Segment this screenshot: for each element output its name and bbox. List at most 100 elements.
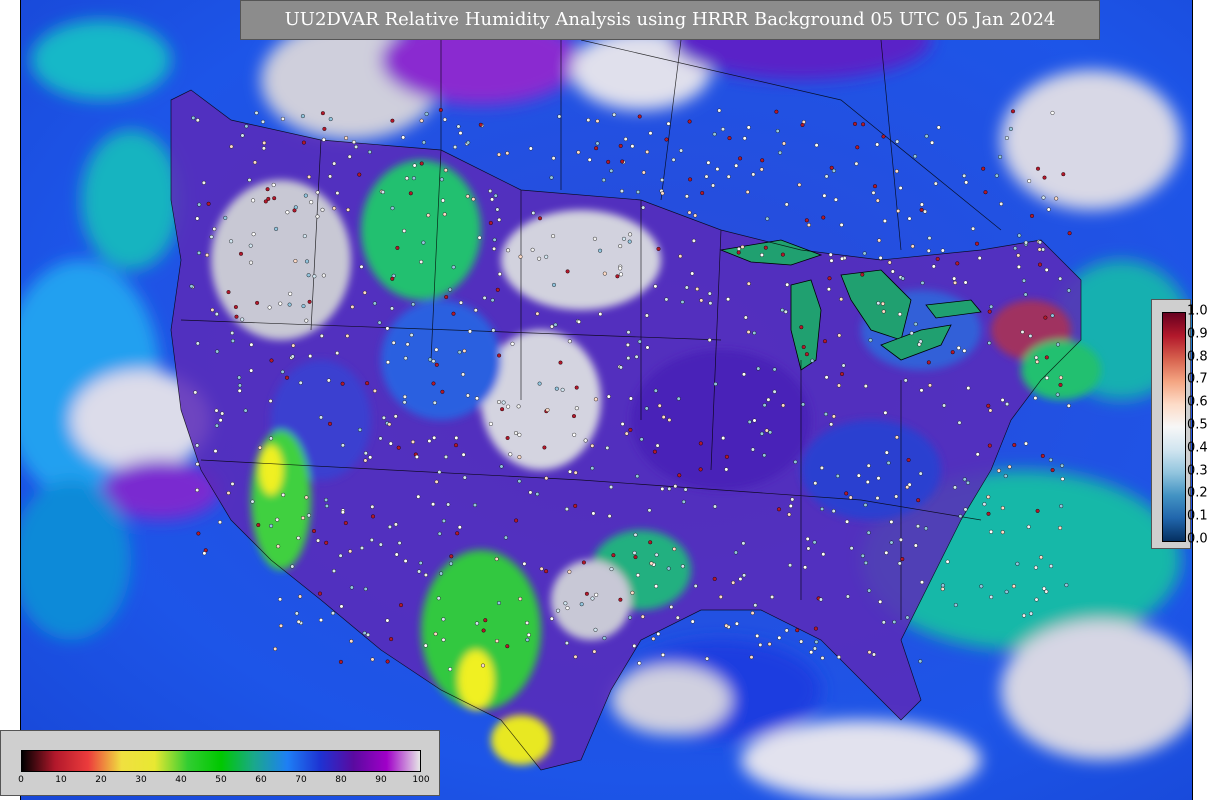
observation-dot: [497, 353, 502, 358]
observation-dot: [250, 499, 255, 504]
observation-dot: [906, 458, 911, 463]
observation-dot: [213, 449, 218, 454]
observation-dot: [488, 421, 493, 426]
observation-dot: [265, 187, 270, 192]
observation-dot: [195, 488, 200, 493]
observation-dot: [451, 265, 456, 270]
observation-dot: [647, 508, 652, 513]
observation-dot: [875, 198, 880, 203]
observation-dot: [332, 569, 337, 574]
observation-dot: [809, 650, 814, 655]
observation-dot: [740, 244, 745, 249]
observation-dot: [497, 152, 502, 157]
observation-dot: [654, 552, 659, 557]
observation-dot: [866, 530, 871, 535]
observation-dot: [680, 564, 685, 569]
observation-dot: [868, 338, 873, 343]
observation-dot: [501, 400, 506, 405]
observation-dot: [940, 248, 945, 253]
observation-dot: [731, 580, 736, 585]
observation-dot: [237, 383, 242, 388]
observation-dot: [441, 637, 446, 642]
observation-dot: [461, 452, 466, 457]
observation-dot: [1033, 396, 1038, 401]
observation-dot: [1059, 504, 1064, 509]
observation-dot: [416, 494, 421, 499]
observation-dot: [307, 174, 312, 179]
observation-dot: [819, 465, 824, 470]
observation-dot: [234, 314, 239, 319]
observation-dot: [419, 118, 424, 123]
observation-dot: [987, 443, 992, 448]
observation-dot: [275, 517, 280, 522]
observation-dot: [882, 218, 887, 223]
observation-dot: [637, 661, 642, 666]
observation-dot: [229, 144, 234, 149]
observation-dot: [854, 161, 859, 166]
observation-dot: [195, 216, 200, 221]
observation-dot: [514, 518, 519, 523]
observation-dot: [332, 206, 337, 211]
observation-dot: [956, 345, 961, 350]
observation-dot: [772, 367, 777, 372]
observation-dot: [1000, 530, 1005, 535]
observation-dot: [693, 213, 698, 218]
observation-dot: [598, 312, 603, 317]
observation-dot: [475, 621, 480, 626]
observation-dot: [987, 341, 992, 346]
observation-dot: [237, 375, 242, 380]
observation-dot: [862, 251, 867, 256]
observation-dot: [831, 168, 836, 173]
humidity-map[interactable]: [20, 0, 1193, 800]
observation-dot: [746, 125, 751, 130]
observation-dot: [1013, 246, 1018, 251]
observation-dot: [836, 655, 841, 660]
observation-dot: [251, 198, 256, 203]
observation-dot: [1040, 453, 1045, 458]
observation-dot: [350, 304, 355, 309]
observation-dot: [884, 550, 889, 555]
observation-dot: [752, 331, 757, 336]
observation-dot: [205, 253, 210, 258]
observation-dot: [426, 213, 431, 218]
observation-dot: [549, 616, 554, 621]
observation-dot: [666, 121, 671, 126]
observation-dot: [829, 422, 834, 427]
observation-dot: [620, 159, 625, 164]
observation-dot: [1058, 375, 1063, 380]
observation-dot: [357, 172, 362, 177]
observation-tick-label: 0.0: [1187, 531, 1208, 547]
observation-dot: [986, 494, 991, 499]
observation-dot: [747, 419, 752, 424]
observation-dot: [942, 403, 947, 408]
observation-dot: [339, 604, 344, 609]
observation-dot: [328, 117, 333, 122]
observation-dot: [449, 561, 454, 566]
observation-dot: [711, 183, 716, 188]
observation-dot: [331, 611, 336, 616]
observation-dot: [372, 301, 377, 306]
observation-dot: [552, 282, 557, 287]
observation-dot: [254, 110, 259, 115]
observation-dot: [950, 350, 955, 355]
observation-dot: [861, 122, 866, 127]
observation-dot: [473, 308, 478, 313]
observation-dot: [894, 435, 899, 440]
observation-dot: [690, 271, 695, 276]
observation-dot: [765, 216, 770, 221]
observation-dot: [417, 569, 422, 574]
observation-dot: [684, 285, 689, 290]
observation-dot: [488, 220, 493, 225]
observation-dot: [319, 333, 324, 338]
observation-dot: [918, 659, 923, 664]
observation-tick-label: 0.9: [1187, 326, 1208, 342]
observation-dot: [385, 618, 390, 623]
observation-dot: [745, 189, 750, 194]
observation-dot: [979, 584, 984, 589]
observation-dot: [839, 297, 844, 302]
observation-dot: [923, 209, 928, 214]
observation-dot: [315, 214, 320, 219]
observation-dot: [644, 406, 649, 411]
observation-dot: [867, 588, 872, 593]
observation-dot: [557, 114, 562, 119]
